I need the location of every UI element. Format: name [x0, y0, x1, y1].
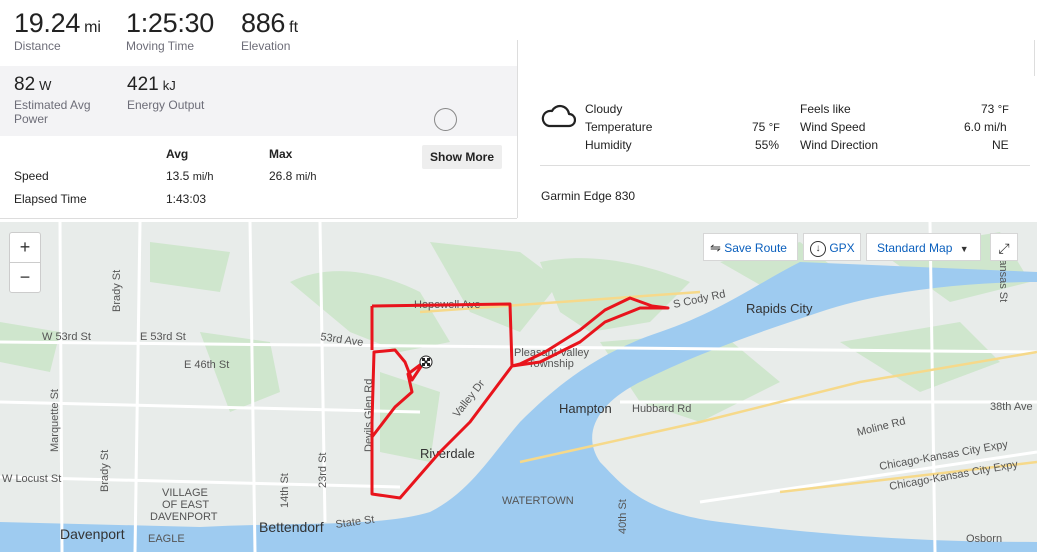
fullscreen-expand-icon[interactable]: ⤢ — [990, 233, 1018, 261]
loading-circle-icon — [434, 108, 457, 131]
caret-down-icon: ▼ — [959, 244, 969, 254]
show-more-button[interactable]: Show More — [422, 145, 502, 169]
speed-label: Speed — [14, 169, 49, 183]
power-label-line1: Estimated Avg — [14, 98, 91, 112]
label-40th-st: 40th St — [617, 499, 629, 534]
energy-stat: 421 kJ Energy Output — [127, 74, 204, 112]
zoom-out-button[interactable]: − — [10, 263, 40, 292]
weather-condition: Cloudy — [585, 102, 623, 116]
humidity-label: Humidity — [585, 138, 632, 152]
wind-speed-label: Wind Speed — [800, 120, 866, 134]
zoom-controls: + − — [9, 232, 41, 293]
label-village: VILLAGE — [162, 487, 208, 499]
panel-vertical-divider — [517, 40, 518, 218]
weather-divider — [540, 165, 1030, 166]
route-icon: ⇋ — [710, 240, 721, 255]
elevation-label: Elevation — [241, 39, 291, 53]
save-route-button[interactable]: ⇋ Save Route — [703, 233, 798, 261]
label-valley-dr: Valley Dr — [451, 378, 488, 420]
finish-flag-icon — [419, 355, 433, 369]
label-rapids-city: Rapids City — [746, 301, 813, 316]
col-max-header: Max — [269, 147, 293, 161]
activity-stats-panel: 19.24 mi Distance 1:25:30 Moving Time 886… — [0, 0, 517, 218]
label-eagle: EAGLE — [148, 533, 185, 545]
label-bettendorf: Bettendorf — [259, 519, 324, 535]
elevation-unit: ft — [289, 19, 299, 36]
label-moline-rd: Moline Rd — [856, 415, 907, 439]
label-osborn: Osborn — [966, 533, 1002, 545]
elevation-value: 886 — [241, 8, 286, 38]
feels-like-value: 73 °F — [981, 102, 1009, 116]
temperature-label: Temperature — [585, 120, 653, 134]
elapsed-time-avg: 1:43:03 — [166, 192, 207, 206]
device-name: Garmin Edge 830 — [541, 189, 636, 203]
label-23rd-st: 23rd St — [317, 453, 329, 488]
energy-label: Energy Output — [127, 98, 205, 112]
power-label-line2: Power — [14, 112, 49, 126]
cloud-icon — [541, 104, 576, 128]
scrollbar-divider — [1034, 40, 1035, 76]
label-w-locust-st: W Locust St — [2, 473, 61, 485]
distance-unit: mi — [84, 19, 101, 36]
gpx-button[interactable]: ↓ GPX — [803, 233, 861, 261]
label-of-east: OF EAST — [162, 499, 209, 511]
map-canvas: Hopewell Ave S Cody Rd Rapids City Pleas… — [0, 222, 1037, 552]
moving-time-stat: 1:25:30 Moving Time — [126, 8, 214, 53]
label-38th-ave: 38th Ave — [990, 401, 1033, 413]
distance-stat: 19.24 mi Distance — [14, 8, 101, 53]
moving-time-value: 1:25:30 — [126, 8, 214, 38]
col-avg-header: Avg — [166, 147, 189, 161]
label-e-53rd-st: E 53rd St — [140, 331, 186, 343]
elapsed-time-label: Elapsed Time — [14, 192, 87, 206]
feels-like-label: Feels like — [800, 102, 851, 116]
moving-time-label: Moving Time — [126, 39, 195, 53]
label-marquette-st: Marquette St — [49, 389, 61, 452]
power-stat: 82 W Estimated Avg Power — [14, 74, 91, 126]
label-w-53rd-st: W 53rd St — [42, 331, 91, 343]
elevation-stat: 886 ft Elevation — [241, 8, 298, 53]
label-brady-st-2: Brady St — [99, 450, 111, 492]
humidity-value: 55% — [755, 138, 780, 152]
temperature-value: 75 °F — [752, 120, 780, 134]
map-style-dropdown[interactable]: Standard Map ▼ — [866, 233, 981, 261]
primary-stats-row: 19.24 mi Distance 1:25:30 Moving Time 886… — [0, 0, 517, 66]
speed-avg: 13.5 mi/h — [166, 169, 214, 183]
label-davenport-village: DAVENPORT — [150, 511, 218, 523]
zoom-in-button[interactable]: + — [10, 233, 40, 263]
label-hubbard-rd: Hubbard Rd — [632, 403, 691, 415]
power-unit: W — [39, 78, 52, 93]
wind-direction-value: NE — [992, 138, 1009, 152]
label-riverdale: Riverdale — [420, 446, 475, 461]
label-watertown: WATERTOWN — [502, 495, 574, 507]
stats-bottom-divider — [0, 218, 517, 219]
label-davenport: Davenport — [60, 526, 125, 542]
distance-value: 19.24 — [14, 8, 81, 38]
label-e-46th-st: E 46th St — [184, 359, 229, 371]
wind-speed-value: 6.0 mi/h — [964, 120, 1007, 134]
route-map[interactable]: Hopewell Ave S Cody Rd Rapids City Pleas… — [0, 222, 1037, 552]
label-hampton: Hampton — [559, 401, 612, 416]
distance-label: Distance — [14, 39, 61, 53]
energy-value: 421 — [127, 74, 159, 95]
power-value: 82 — [14, 74, 36, 95]
label-14th-st: 14th St — [279, 473, 291, 508]
label-brady-st-1: Brady St — [111, 270, 123, 312]
speed-max: 26.8 mi/h — [269, 169, 317, 183]
wind-direction-label: Wind Direction — [800, 138, 879, 152]
download-icon: ↓ — [810, 240, 826, 257]
energy-unit: kJ — [162, 78, 176, 93]
